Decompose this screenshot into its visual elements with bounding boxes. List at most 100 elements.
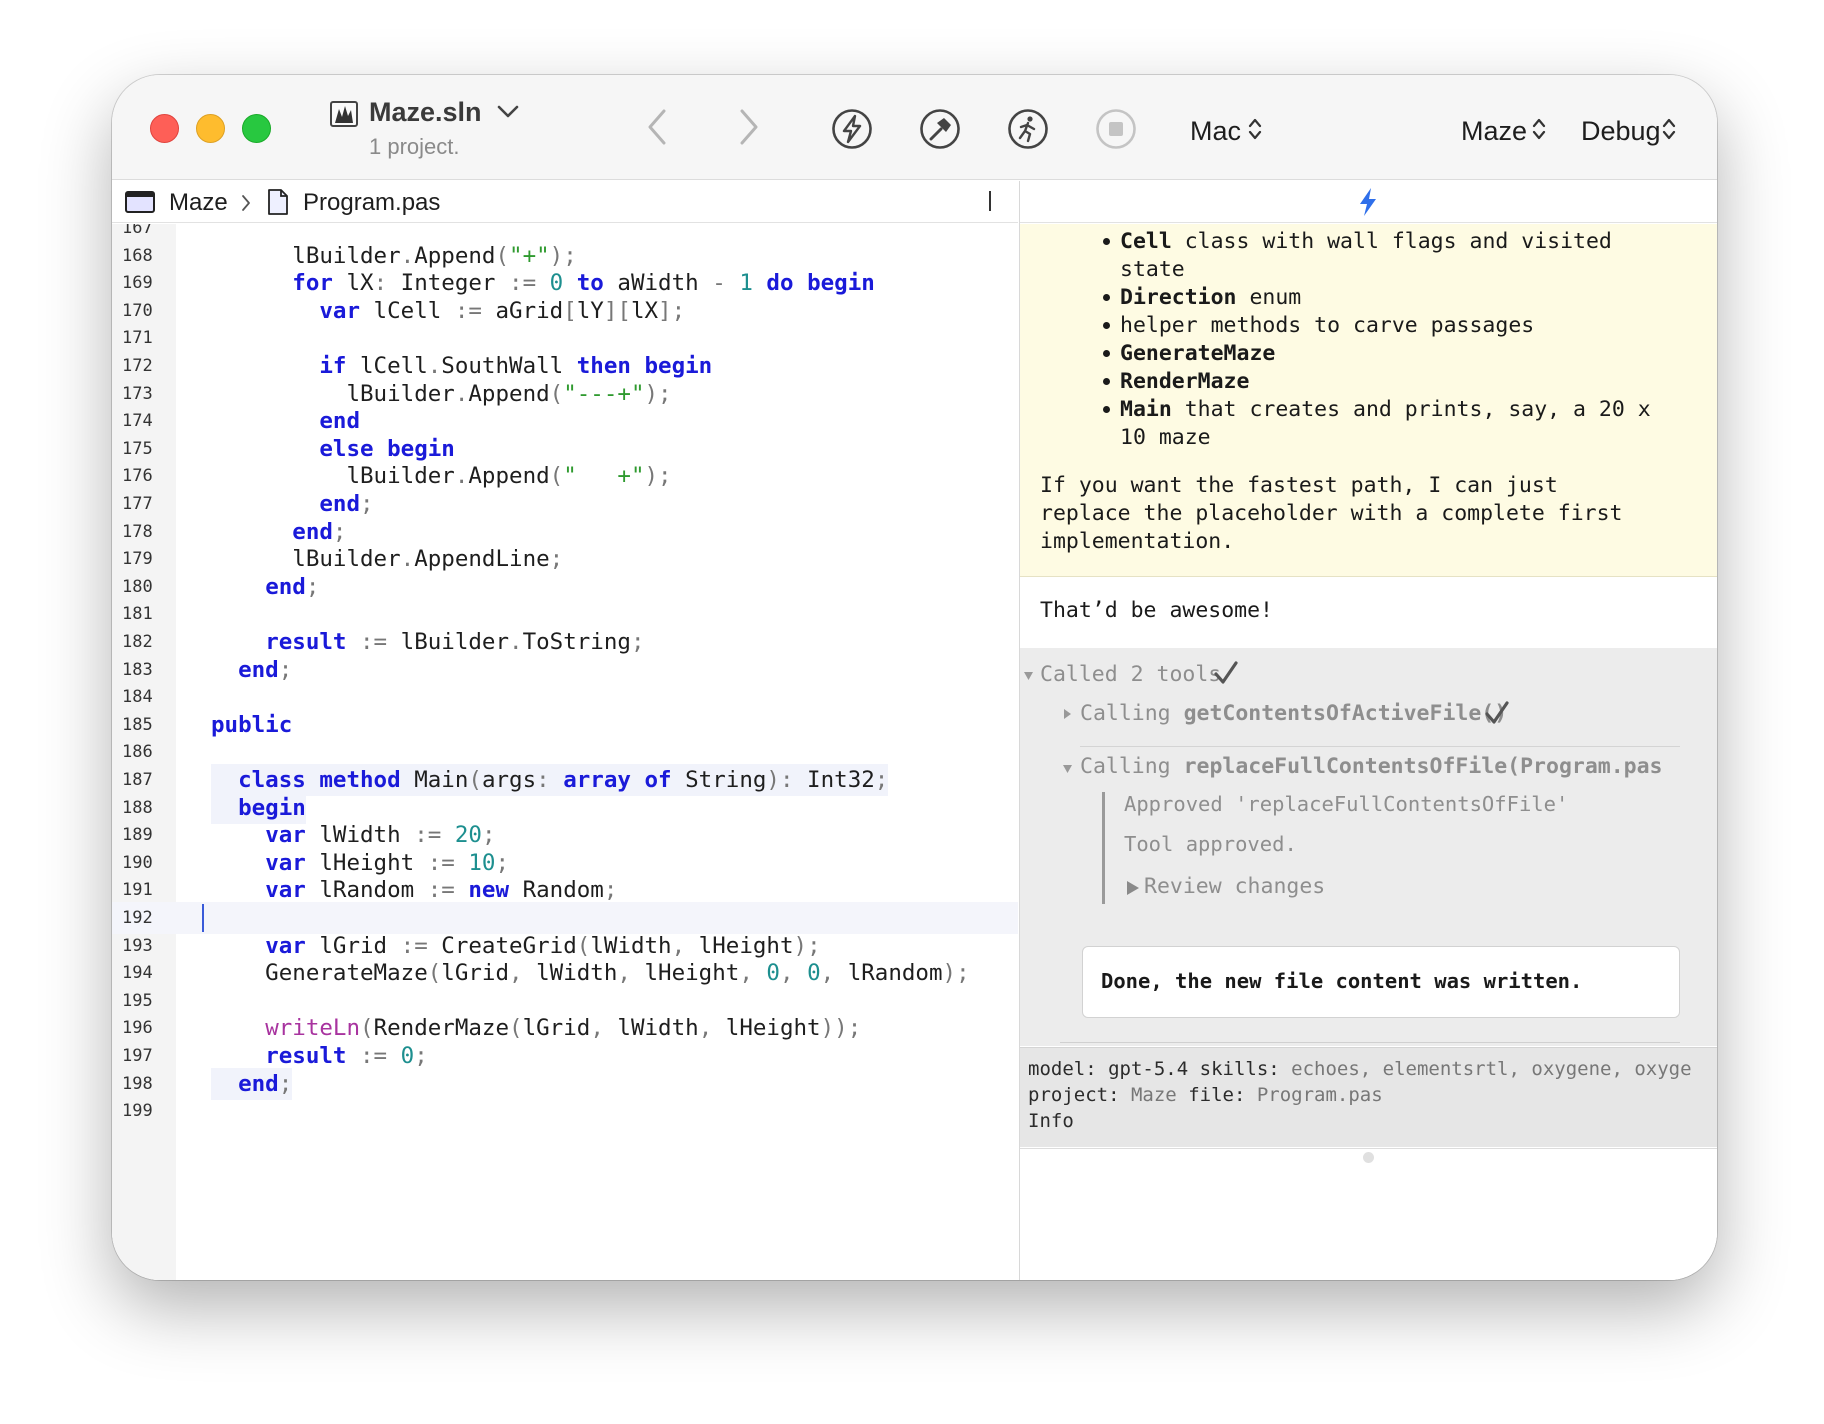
status-line-model: model: gpt-5.4 skills: echoes, elementsr…	[1028, 1056, 1692, 1082]
bullet-bold: Direction	[1120, 285, 1237, 310]
model-value: gpt-5.4	[1108, 1058, 1189, 1080]
bullet-item: RenderMaze	[1120, 368, 1249, 396]
platform-selector[interactable]: Mac	[1190, 116, 1241, 147]
bullet-continuation: 10 maze	[1120, 425, 1211, 450]
model-label: model:	[1028, 1058, 1097, 1080]
bullet-bold: Cell	[1120, 229, 1172, 254]
calling-prefix: Calling	[1080, 754, 1171, 779]
status-info: Info	[1028, 1110, 1074, 1132]
tool-detail-rule	[1102, 792, 1105, 904]
line-number: 199	[122, 1101, 153, 1122]
solution-icon	[330, 101, 358, 127]
bullet-bold: RenderMaze	[1120, 369, 1250, 394]
bullet-dot	[1103, 322, 1110, 329]
calling-label-2: Calling replaceFullContentsOfFile(Progra…	[1080, 754, 1663, 779]
solution-title[interactable]: Maze.sln	[369, 97, 482, 128]
approval-text: Approved 'replaceFullContentsOfFile'	[1124, 792, 1569, 816]
assistant-paragraph-line: If you want the fastest path, I can just	[1040, 473, 1558, 498]
assistant-paragraph-line: implementation.	[1040, 529, 1235, 554]
zoom-window-button[interactable]	[242, 114, 271, 143]
toolbar: Maze.sln 1 project. Mac Maze Debug	[112, 75, 1717, 180]
code-editor: Maze Program.pas 167 168 lBuilder.Append(…	[112, 181, 1018, 1280]
divider	[1080, 746, 1680, 747]
ai-chat-panel: Cell class with wall flags and visited st…	[1019, 181, 1717, 1280]
panel-header	[1020, 181, 1717, 223]
hammer-circle-icon[interactable]	[919, 108, 961, 150]
chat-input[interactable]	[1020, 1148, 1717, 1280]
chevron-left-icon[interactable]	[644, 107, 670, 147]
bullet-dot	[1103, 378, 1110, 385]
bullet-bold: GenerateMaze	[1120, 341, 1276, 366]
up-down-chevron-icon	[1532, 118, 1546, 140]
assistant-message: Cell class with wall flags and visited st…	[1020, 224, 1717, 577]
skills-value: echoes, elementsrtl, oxygene, oxyge	[1291, 1058, 1692, 1080]
disclosure-down-icon[interactable]	[1062, 764, 1073, 774]
assistant-paragraph-line: replace the placeholder with a complete …	[1040, 501, 1623, 526]
bullet-item: Direction enum	[1120, 284, 1301, 312]
chevron-right-icon[interactable]	[736, 107, 762, 147]
up-down-chevron-icon	[1662, 118, 1676, 140]
running-figure-circle-icon[interactable]	[1007, 108, 1049, 150]
tool-name-1[interactable]: getContentsOfActiveFile()	[1184, 701, 1508, 726]
up-down-chevron-icon	[1248, 118, 1262, 140]
bullet-continuation: state	[1120, 257, 1185, 282]
context-status: model: gpt-5.4 skills: echoes, elementsr…	[1020, 1047, 1717, 1147]
chevron-down-icon[interactable]	[496, 103, 520, 121]
status-line-project: project: Maze file: Program.pas	[1028, 1082, 1383, 1108]
divider	[1060, 1042, 1680, 1043]
bullet-dot	[1103, 406, 1110, 413]
bullet-item: helper methods to carve passages	[1120, 312, 1534, 340]
tool-approved-text: Tool approved.	[1124, 832, 1297, 856]
project-icon	[125, 191, 155, 213]
checkmark-icon	[1485, 701, 1509, 724]
bullet-text: helper methods to carve passages	[1120, 313, 1535, 338]
checkmark-icon	[1214, 661, 1238, 684]
tool-name-2[interactable]: replaceFullContentsOfFile(Program.pas	[1184, 754, 1663, 779]
bullet-text: class with wall flags and visited	[1171, 229, 1612, 254]
project-selector[interactable]: Maze	[1461, 116, 1527, 147]
tool-result-box: Done, the new file content was written.	[1082, 946, 1680, 1018]
review-changes-toggle[interactable]: Review changes	[1144, 874, 1325, 899]
lightning-icon[interactable]	[1356, 187, 1380, 217]
disclosure-down-icon[interactable]	[1023, 671, 1034, 681]
disclosure-right-icon[interactable]	[1126, 880, 1140, 896]
minimize-window-button[interactable]	[196, 114, 225, 143]
solution-subtitle: 1 project.	[369, 134, 460, 159]
split-handle[interactable]	[989, 191, 991, 211]
calling-prefix: Calling	[1080, 701, 1171, 726]
calling-label-1: Calling getContentsOfActiveFile()	[1080, 701, 1507, 726]
code-area[interactable]: 167 168 lBuilder.Append("+"); 169 for lX: …	[112, 224, 1018, 1280]
bullet-item: GenerateMaze	[1120, 340, 1275, 368]
tool-result-text: Done, the new file content was written.	[1101, 969, 1583, 993]
skills-label: skills:	[1199, 1058, 1280, 1080]
bullet-text: enum	[1236, 285, 1302, 310]
disclosure-right-icon[interactable]	[1063, 708, 1072, 720]
user-message-text: That’d be awesome!	[1040, 598, 1273, 623]
tool-calls-section: Called 2 tools Calling getContentsOfActi…	[1020, 648, 1717, 1046]
project-value: Maze	[1130, 1084, 1177, 1106]
breadcrumb: Maze Program.pas	[112, 181, 1018, 223]
breadcrumb-project[interactable]: Maze	[169, 189, 228, 217]
file-icon	[268, 189, 288, 215]
breadcrumb-file[interactable]: Program.pas	[303, 189, 440, 217]
bullet-bold: Main	[1120, 397, 1172, 422]
user-message: That’d be awesome!	[1020, 578, 1717, 648]
text-caret	[202, 904, 204, 932]
resize-handle[interactable]	[1363, 1152, 1374, 1163]
close-window-button[interactable]	[150, 114, 179, 143]
project-label: project:	[1028, 1084, 1120, 1106]
file-value: Program.pas	[1256, 1084, 1383, 1106]
bullet-dot	[1103, 238, 1110, 245]
file-label: file:	[1188, 1084, 1246, 1106]
bullet-item: Main that creates and prints, say, a 20 …	[1120, 396, 1651, 424]
bullet-item: Cell class with wall flags and visited	[1120, 228, 1612, 256]
bullet-dot	[1103, 350, 1110, 357]
lightning-circle-icon[interactable]	[831, 108, 873, 150]
called-tools-label[interactable]: Called 2 tools	[1040, 662, 1221, 687]
bullet-dot	[1103, 294, 1110, 301]
stop-circle-icon[interactable]	[1095, 108, 1137, 150]
code-line: 199	[112, 1095, 1018, 1127]
configuration-selector[interactable]: Debug	[1581, 116, 1661, 147]
ide-window: Maze.sln 1 project. Mac Maze Debug Maze …	[112, 75, 1717, 1280]
bullet-text: that creates and prints, say, a 20 x	[1171, 397, 1651, 422]
